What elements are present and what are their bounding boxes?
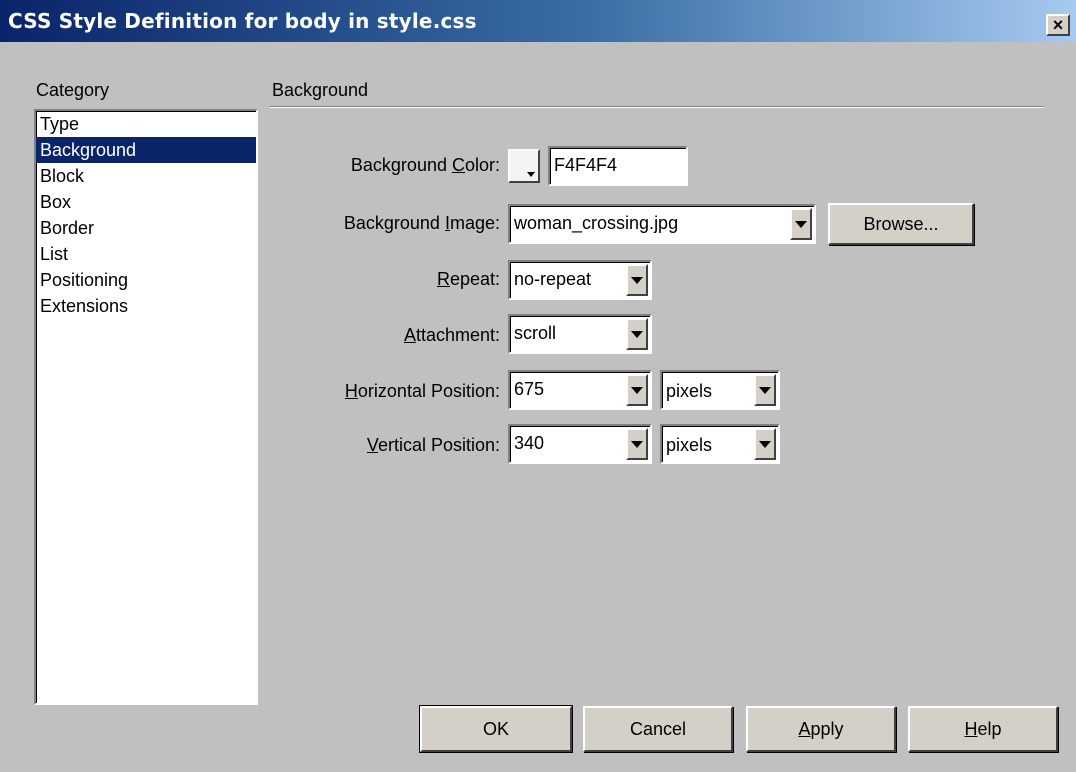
category-item-list[interactable]: List — [36, 241, 256, 267]
window-title: CSS Style Definition for body in style.c… — [8, 9, 477, 33]
attachment-label: Attachment: — [403, 325, 500, 345]
cancel-button[interactable]: Cancel — [583, 706, 733, 752]
category-item-block[interactable]: Block — [36, 163, 256, 189]
category-item-extensions[interactable]: Extensions — [36, 293, 256, 319]
attachment-dropdown-button[interactable] — [626, 318, 648, 350]
horizontal-position-unit-select[interactable]: pixels — [660, 370, 780, 410]
help-button[interactable]: Help — [908, 706, 1058, 752]
repeat-dropdown-button[interactable] — [626, 264, 648, 296]
attachment-select[interactable]: scroll — [508, 314, 652, 354]
apply-button[interactable]: Apply — [746, 706, 896, 752]
category-item-background[interactable]: Background — [36, 137, 256, 163]
chevron-down-icon — [631, 276, 643, 284]
panel-title: Background — [272, 80, 369, 100]
vertical-position-combo[interactable]: 340 — [508, 424, 652, 464]
attachment-value: scroll — [514, 323, 557, 343]
chevron-down-icon — [759, 386, 771, 394]
repeat-value: no-repeat — [514, 269, 592, 289]
horizontal-position-dropdown-button[interactable] — [626, 374, 648, 406]
background-image-dropdown-button[interactable] — [790, 208, 812, 240]
horizontal-position-unit-value: pixels — [666, 381, 713, 401]
category-list[interactable]: Type Background Block Box Border List Po… — [34, 109, 258, 705]
background-color-input[interactable]: F4F4F4 — [548, 146, 688, 186]
browse-button[interactable]: Browse... — [828, 203, 974, 245]
horizontal-position-combo[interactable]: 675 — [508, 370, 652, 410]
background-image-label: Background Image: — [343, 213, 500, 233]
title-bar: CSS Style Definition for body in style.c… — [0, 0, 1076, 42]
category-item-positioning[interactable]: Positioning — [36, 267, 256, 293]
ok-button[interactable]: OK — [419, 705, 573, 753]
vertical-position-value: 340 — [514, 433, 545, 453]
panel-separator — [270, 106, 1044, 108]
vertical-position-unit-value: pixels — [666, 435, 713, 455]
vertical-position-label: Vertical Position: — [366, 435, 500, 455]
vertical-position-dropdown-button[interactable] — [626, 428, 648, 460]
category-item-border[interactable]: Border — [36, 215, 256, 241]
chevron-down-icon — [795, 220, 807, 228]
chevron-down-icon — [631, 330, 643, 338]
category-item-box[interactable]: Box — [36, 189, 256, 215]
vertical-unit-dropdown-button[interactable] — [754, 428, 776, 460]
chevron-down-icon — [631, 386, 643, 394]
horizontal-unit-dropdown-button[interactable] — [754, 374, 776, 406]
chevron-down-icon — [631, 440, 643, 448]
horizontal-position-label: Horizontal Position: — [344, 381, 500, 401]
background-image-combo[interactable]: woman_crossing.jpg — [508, 204, 816, 244]
repeat-label: Repeat: — [436, 269, 500, 289]
chevron-down-icon — [759, 440, 771, 448]
vertical-position-unit-select[interactable]: pixels — [660, 424, 780, 464]
repeat-select[interactable]: no-repeat — [508, 260, 652, 300]
background-color-swatch[interactable] — [508, 149, 540, 183]
horizontal-position-value: 675 — [514, 379, 545, 399]
close-icon: × — [1052, 15, 1064, 35]
category-item-type[interactable]: Type — [36, 111, 256, 137]
category-label: Category — [36, 80, 110, 100]
background-image-value: woman_crossing.jpg — [514, 213, 679, 233]
close-button[interactable]: × — [1046, 14, 1070, 36]
background-color-label: Background Color: — [350, 155, 500, 175]
swatch-arrow-icon — [527, 172, 535, 177]
